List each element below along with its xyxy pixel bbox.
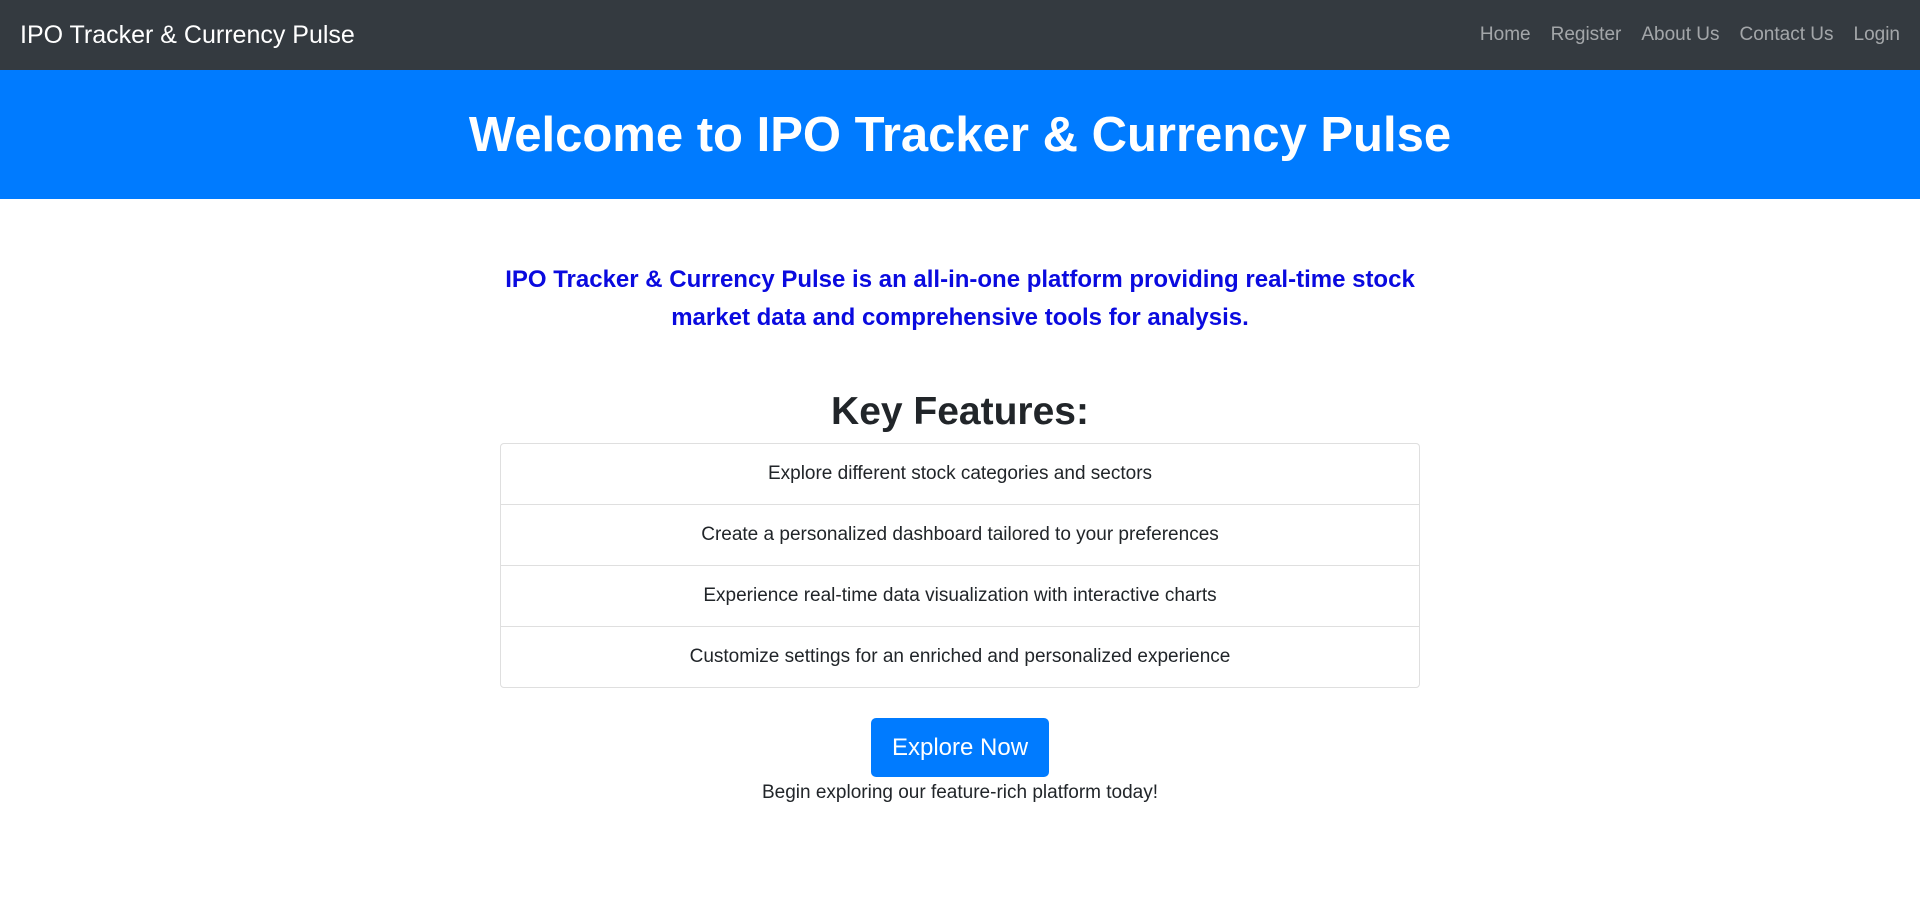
feature-item: Experience real-time data visualization … <box>501 566 1419 627</box>
features-list: Explore different stock categories and s… <box>500 443 1420 688</box>
nav-link-register[interactable]: Register <box>1541 24 1632 46</box>
navbar: IPO Tracker & Currency Pulse Home Regist… <box>0 0 1920 70</box>
nav-link-about-us[interactable]: About Us <box>1631 24 1729 46</box>
feature-item: Create a personalized dashboard tailored… <box>501 505 1419 566</box>
features-title: Key Features: <box>831 390 1089 433</box>
hero-banner: Welcome to IPO Tracker & Currency Pulse <box>0 70 1920 199</box>
explore-now-button[interactable]: Explore Now <box>870 718 1050 777</box>
main-content: IPO Tracker & Currency Pulse is an all-i… <box>500 261 1420 804</box>
intro-text: IPO Tracker & Currency Pulse is an all-i… <box>505 266 1415 331</box>
nav-link-home[interactable]: Home <box>1470 24 1541 46</box>
hero-title: Welcome to IPO Tracker & Currency Pulse <box>468 107 1452 162</box>
navbar-brand[interactable]: IPO Tracker & Currency Pulse <box>20 0 355 70</box>
nav-link-contact-us[interactable]: Contact Us <box>1730 24 1844 46</box>
feature-item: Explore different stock categories and s… <box>501 444 1419 505</box>
feature-item: Customize settings for an enriched and p… <box>689 646 1231 667</box>
nav-link-login[interactable]: Login <box>1844 24 1901 46</box>
cta-subtext: Begin exploring our feature-rich platfor… <box>761 782 1159 803</box>
nav-links: Home Register About Us Contact Us Login <box>1470 24 1900 46</box>
